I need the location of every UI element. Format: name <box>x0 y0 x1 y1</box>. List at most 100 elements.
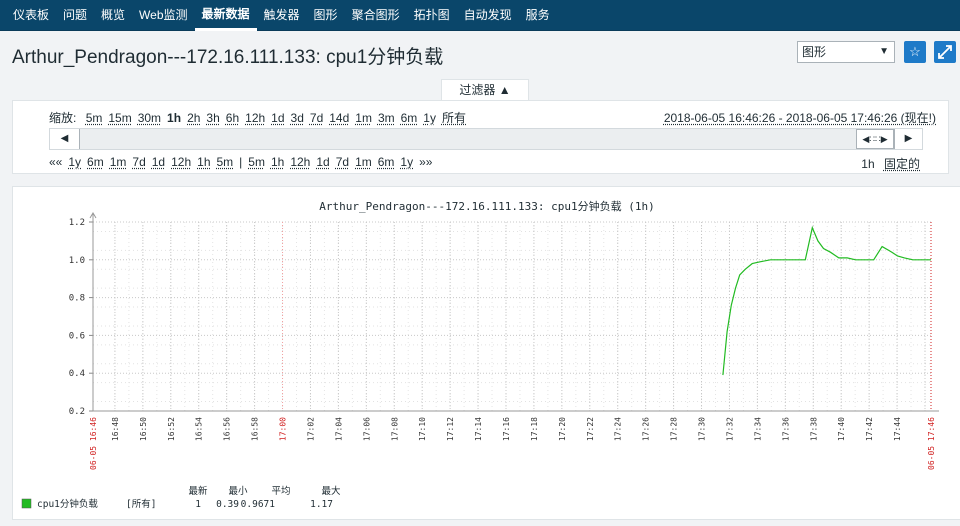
y-tick-label: 0.8 <box>69 294 85 304</box>
nav-item[interactable]: 问题 <box>56 0 94 31</box>
x-tick-label: 17:00 <box>279 417 288 441</box>
x-tick-label: 17:06 <box>362 417 371 441</box>
graph-panel: Arthur_Pendragon---172.16.111.133: cpu1分… <box>12 186 960 520</box>
forward-link[interactable]: 12h <box>290 155 310 169</box>
legend-value: 1 <box>195 499 201 510</box>
nav-item[interactable]: Web监测 <box>132 0 194 31</box>
x-tick-label: 17:32 <box>725 417 734 441</box>
x-tick-label: 17:16 <box>502 417 511 441</box>
forward-link[interactable]: 1m <box>355 155 372 169</box>
filter-tab[interactable]: 过滤器 ▲ <box>441 79 529 101</box>
zoom-option[interactable]: 30m <box>138 111 161 125</box>
legend-header: 最小 <box>228 486 248 497</box>
zoom-option[interactable]: 5m <box>86 111 103 125</box>
back-link[interactable]: 7d <box>132 155 145 169</box>
period-display: 2018-06-05 16:46:26 - 2018-06-05 17:46:2… <box>664 109 936 126</box>
x-tick-label: 06-05 16:46 <box>89 417 98 470</box>
x-tick-label: 16:48 <box>111 417 120 441</box>
back-link[interactable]: 5m <box>217 155 234 169</box>
zoom-option[interactable]: 1m <box>355 111 372 125</box>
back-prefix: «« <box>49 155 63 169</box>
zoom-option[interactable]: 3m <box>378 111 395 125</box>
x-tick-label: 17:02 <box>306 417 315 441</box>
x-tick-label: 17:24 <box>614 417 623 441</box>
period-text[interactable]: 2018-06-05 16:46:26 - 2018-06-05 17:46:2… <box>664 111 936 125</box>
legend-value: 0.39 <box>216 499 239 510</box>
nav-item[interactable]: 拓扑图 <box>407 0 457 31</box>
graph-svg[interactable]: Arthur_Pendragon---172.16.111.133: cpu1分… <box>13 187 960 521</box>
arrow-left-icon: ◀ <box>60 133 69 144</box>
view-select[interactable]: 图形 ▼ <box>797 41 895 63</box>
filter-panel: 缩放: 5m 15m 30m 1h 2h 3h 6h 12h 1d 3d 7d 14d 1m 3m 6m 1y… <box>12 100 949 174</box>
forward-link[interactable]: 7d <box>336 155 349 169</box>
y-tick-label: 0.6 <box>69 331 85 341</box>
zoom-option[interactable]: 12h <box>245 111 265 125</box>
x-tick-label: 16:54 <box>195 417 204 441</box>
top-nav: 仪表板 问题 概览 Web监测 最新数据 触发器 图形 聚合图形 拓扑图 自动发现 服务 <box>0 0 960 31</box>
legend-item-func: [所有] <box>126 498 156 510</box>
zoom-option[interactable]: 1y <box>423 111 436 125</box>
x-tick-label: 16:50 <box>139 417 148 441</box>
legend-value: 0.9671 <box>241 499 276 510</box>
nav-item[interactable]: 仪表板 <box>6 0 56 31</box>
back-link[interactable]: 1y <box>68 155 81 169</box>
back-link[interactable]: 1d <box>152 155 165 169</box>
zoom-label: 缩放: <box>49 111 77 125</box>
fullscreen-button[interactable] <box>934 41 956 63</box>
x-tick-label: 17:42 <box>865 417 874 441</box>
zoom-option[interactable]: 15m <box>108 111 131 125</box>
legend-header: 最新 <box>188 485 208 497</box>
back-link[interactable]: 1m <box>110 155 127 169</box>
scroll-right-button[interactable]: ▶ <box>894 129 922 149</box>
zoom-option[interactable]: 3h <box>206 111 219 125</box>
forward-link[interactable]: 6m <box>378 155 395 169</box>
zoom-option[interactable]: 3d <box>291 111 304 125</box>
legend-swatch <box>21 498 32 509</box>
nav-item[interactable]: 聚合图形 <box>345 0 407 31</box>
y-tick-label: 1.2 <box>69 218 85 228</box>
zoom-option[interactable]: 1h <box>167 111 181 125</box>
x-tick-label: 16:58 <box>251 417 260 441</box>
x-tick-label: 17:30 <box>698 417 707 441</box>
x-tick-label: 16:52 <box>167 417 176 441</box>
nav-item[interactable]: 触发器 <box>257 0 307 31</box>
zoom-option[interactable]: 6m <box>401 111 418 125</box>
back-link[interactable]: 12h <box>171 155 191 169</box>
back-link[interactable]: 1h <box>197 155 210 169</box>
back-link[interactable]: 6m <box>87 155 104 169</box>
forward-link[interactable]: 1h <box>271 155 284 169</box>
scroll-left-button[interactable]: ◀ <box>50 129 80 149</box>
zoom-row: 缩放: 5m 15m 30m 1h 2h 3h 6h 12h 1d 3d 7d 14d 1m 3m 6m 1y… <box>49 109 472 126</box>
view-select-value: 图形 <box>802 45 827 59</box>
x-tick-label: 17:36 <box>781 417 790 441</box>
legend-value: 1.17 <box>310 499 333 510</box>
forward-link[interactable]: 1d <box>316 155 329 169</box>
nav-separator: | <box>239 155 243 169</box>
nav-item[interactable]: 服务 <box>519 0 557 31</box>
zoom-option[interactable]: 6h <box>226 111 239 125</box>
zoom-option[interactable]: 2h <box>187 111 200 125</box>
zoom-option[interactable]: 1d <box>271 111 284 125</box>
timeline-scrollbar[interactable]: ◀ ◀∷∷▶ ▶ <box>49 128 923 150</box>
navigation-row: «« 1y 6m 1m 7d 1d 12h 1h 5m | 5m 1h 12h 1d 7d 1m 6m 1y »» <box>49 155 438 169</box>
page-header: Arthur_Pendragon---172.16.111.133: cpu1分… <box>0 31 960 76</box>
x-tick-label: 17:12 <box>446 417 455 441</box>
nav-item[interactable]: 图形 <box>307 0 345 31</box>
scroll-handle[interactable]: ◀∷∷▶ <box>856 129 894 149</box>
arrow-right-icon: ▶ <box>904 133 913 144</box>
x-tick-label: 17:10 <box>418 417 427 441</box>
forward-link[interactable]: 5m <box>248 155 265 169</box>
forward-link[interactable]: 1y <box>400 155 413 169</box>
y-tick-label: 0.4 <box>69 369 85 379</box>
zoom-option[interactable]: 14d <box>329 111 349 125</box>
chart-title: Arthur_Pendragon---172.16.111.133: cpu1分… <box>319 199 654 213</box>
legend-item-name: cpu1分钟负载 <box>37 498 98 510</box>
nav-item[interactable]: 概览 <box>94 0 132 31</box>
nav-item[interactable]: 自动发现 <box>457 0 519 31</box>
favorite-button[interactable]: ☆ <box>904 41 926 63</box>
y-tick-label: 1.0 <box>69 256 85 266</box>
nav-item[interactable]: 最新数据 <box>194 0 257 31</box>
zoom-option[interactable]: 所有 <box>442 111 466 125</box>
zoom-option[interactable]: 7d <box>310 111 323 125</box>
fixed-toggle[interactable]: 固定的 <box>884 157 920 171</box>
